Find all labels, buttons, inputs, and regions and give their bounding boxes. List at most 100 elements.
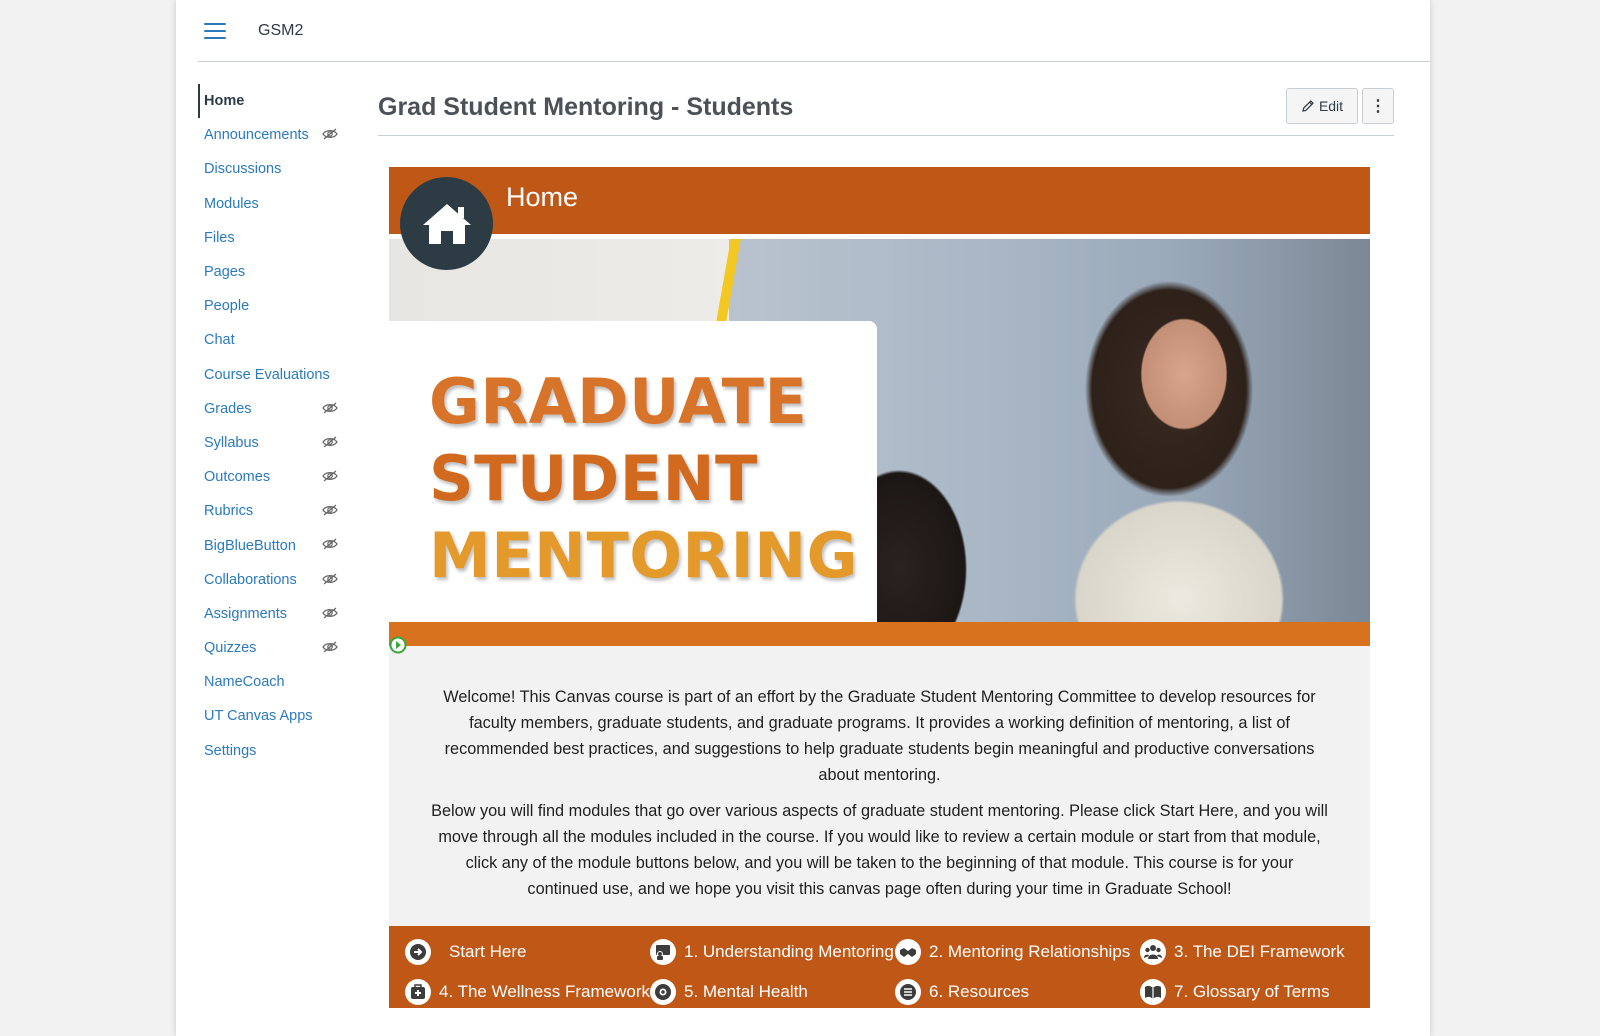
- nav-item-namecoach[interactable]: NameCoach: [198, 665, 348, 699]
- hidden-eye-icon: [322, 504, 338, 516]
- edit-button-label: Edit: [1318, 97, 1344, 114]
- nav-item-rubrics[interactable]: Rubrics: [198, 494, 348, 528]
- nav-item-quizzes[interactable]: Quizzes: [198, 631, 348, 665]
- nav-item-settings[interactable]: Settings: [198, 734, 348, 768]
- module-button-label: 4. The Wellness Framework: [439, 982, 650, 1001]
- hidden-eye-icon: [322, 607, 338, 619]
- nav-item-label: Collaborations: [204, 571, 297, 588]
- nav-item-assignments[interactable]: Assignments: [198, 597, 348, 631]
- hero-banner-image: GRADUATE STUDENT MENTORING: [389, 239, 1370, 622]
- nav-item-label: Outcomes: [204, 469, 271, 486]
- module-button-resources[interactable]: 6. Resources: [895, 972, 1140, 1012]
- hero-title-line: GRADUATE: [429, 365, 808, 438]
- nav-item-announcements[interactable]: Announcements: [198, 118, 348, 152]
- hidden-eye-icon: [322, 470, 338, 482]
- page-header: Grad Student Mentoring - Students Edit ⋮: [378, 84, 1394, 136]
- module-button-start-here[interactable]: Start Here: [405, 932, 650, 972]
- nav-item-label: Course Evaluations: [204, 366, 330, 383]
- top-bar: GSM2: [198, 0, 1430, 62]
- module-button-label: 2. Mentoring Relationships: [929, 942, 1131, 961]
- nav-item-label: Rubrics: [204, 503, 254, 520]
- nav-item-modules[interactable]: Modules: [198, 187, 348, 221]
- kebab-menu-icon: ⋮: [1370, 97, 1386, 115]
- main-content: Grad Student Mentoring - Students Edit ⋮: [378, 84, 1394, 1008]
- nav-item-people[interactable]: People: [198, 289, 348, 323]
- nav-item-label: Quizzes: [204, 640, 257, 657]
- hamburger-menu-icon[interactable]: [204, 22, 226, 39]
- book-icon: [1140, 979, 1166, 1005]
- module-button-label: Start Here: [449, 942, 527, 961]
- nav-item-label: Grades: [204, 400, 252, 417]
- hero-title-line: STUDENT: [429, 442, 758, 515]
- welcome-paragraph: Below you will find modules that go over…: [431, 802, 1328, 898]
- course-navigation: Home Announcements Discussions Modules F…: [198, 84, 348, 768]
- nav-item-files[interactable]: Files: [198, 221, 348, 255]
- hidden-eye-icon: [322, 538, 338, 550]
- brain-icon: [650, 979, 676, 1005]
- nav-item-label: Modules: [204, 195, 259, 212]
- nav-item-label: People: [204, 298, 250, 315]
- module-button-wellness-framework[interactable]: 4. The Wellness Framework: [405, 972, 650, 1012]
- nav-item-label: Assignments: [204, 605, 288, 622]
- pencil-icon: [1302, 99, 1314, 112]
- welcome-text: Welcome! This Canvas course is part of a…: [389, 646, 1370, 926]
- breadcrumb-course-code[interactable]: GSM2: [258, 22, 303, 40]
- nav-item-pages[interactable]: Pages: [198, 255, 348, 289]
- welcome-paragraph: Welcome! This Canvas course is part of a…: [443, 688, 1316, 784]
- hidden-eye-icon: [322, 641, 338, 653]
- nav-item-discussions[interactable]: Discussions: [198, 152, 348, 186]
- edit-button[interactable]: Edit: [1286, 87, 1358, 124]
- handshake-icon: [895, 939, 921, 965]
- nav-item-label: Files: [204, 229, 235, 246]
- header-actions: Edit ⋮: [1286, 87, 1394, 124]
- nav-item-label: Pages: [204, 264, 246, 281]
- banner-bottom-strip: [389, 622, 1370, 654]
- hidden-eye-icon: [322, 436, 338, 448]
- nav-item-ut-canvas-apps[interactable]: UT Canvas Apps: [198, 699, 348, 733]
- nav-item-label: BigBlueButton: [204, 537, 296, 554]
- nav-item-course-evaluations[interactable]: Course Evaluations: [198, 358, 348, 392]
- nav-item-label: Settings: [204, 742, 257, 759]
- module-button-label: 1. Understanding Mentoring: [684, 942, 894, 961]
- nav-item-label: Announcements: [204, 127, 309, 144]
- hero-title: GRADUATE STUDENT MENTORING: [429, 363, 858, 594]
- home-banner-bar: Home: [389, 167, 1370, 270]
- module-button-understanding-mentoring[interactable]: 1. Understanding Mentoring: [650, 932, 895, 972]
- page-body: Home GRADUATE STUDENT MENTORING Welcome!…: [389, 167, 1370, 1008]
- module-button-mental-health[interactable]: 5. Mental Health: [650, 972, 895, 1012]
- home-banner-title: Home: [506, 182, 579, 212]
- hidden-eye-icon: [322, 573, 338, 585]
- module-button-label: 5. Mental Health: [684, 982, 808, 1001]
- module-button-label: 7. Glossary of Terms: [1174, 982, 1330, 1001]
- more-options-button[interactable]: ⋮: [1362, 87, 1394, 124]
- nav-item-label: Syllabus: [204, 434, 259, 451]
- module-button-mentoring-relationships[interactable]: 2. Mentoring Relationships: [895, 932, 1140, 972]
- nav-item-label: NameCoach: [204, 674, 285, 691]
- people-icon: [1140, 939, 1166, 965]
- nav-item-label: Home: [204, 93, 245, 110]
- module-button-glossary[interactable]: 7. Glossary of Terms: [1140, 972, 1354, 1012]
- hero-title-line: MENTORING: [429, 519, 859, 592]
- nav-item-outcomes[interactable]: Outcomes: [198, 460, 348, 494]
- house-icon: [422, 203, 471, 244]
- home-icon-badge: [400, 177, 493, 270]
- module-button-label: 6. Resources: [929, 982, 1030, 1001]
- arrow-right-icon: [405, 939, 431, 965]
- page-title: Grad Student Mentoring - Students: [378, 93, 794, 121]
- first-aid-icon: [405, 979, 431, 1005]
- canvas-app: GSM2 Home Announcements Discussions Modu…: [176, 0, 1430, 1036]
- nav-item-home[interactable]: Home: [198, 84, 348, 119]
- nav-item-chat[interactable]: Chat: [198, 323, 348, 357]
- nav-item-label: UT Canvas Apps: [204, 708, 313, 725]
- nav-item-grades[interactable]: Grades: [198, 392, 348, 426]
- module-button-dei-framework[interactable]: 3. The DEI Framework: [1140, 932, 1354, 972]
- nav-item-collaborations[interactable]: Collaborations: [198, 563, 348, 597]
- expand-plus-icon[interactable]: [389, 636, 407, 654]
- nav-item-label: Chat: [204, 332, 235, 349]
- hero-title-card: GRADUATE STUDENT MENTORING: [389, 321, 877, 622]
- presenter-icon: [650, 939, 676, 965]
- nav-item-syllabus[interactable]: Syllabus: [198, 426, 348, 460]
- hidden-eye-icon: [322, 402, 338, 414]
- nav-item-bigbluebutton[interactable]: BigBlueButton: [198, 528, 348, 562]
- nav-item-label: Discussions: [204, 161, 282, 178]
